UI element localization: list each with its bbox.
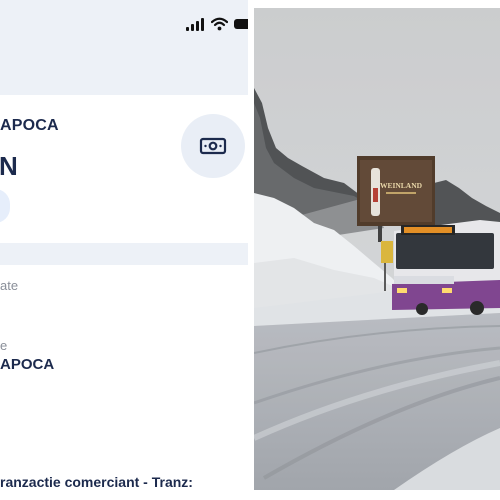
category-chip[interactable] [0,189,10,223]
detail-label-date: ate [0,278,19,293]
battery-icon [234,19,248,29]
detail-value-merchant: APOCA [0,356,55,373]
amount-currency: N [0,151,18,181]
snow-street-photo: WEINLAND [254,8,500,490]
cash-button[interactable] [181,114,245,178]
transaction-card: APOCA N [0,95,248,243]
street-scene: WEINLAND [254,8,500,490]
detail-label-merchant: e [0,338,8,353]
photo-border [254,490,500,500]
detail-description: ranzactie comerciant - Tranz: [0,474,193,490]
merchant-name: APOCA [0,117,59,134]
transaction-details: ate e APOCA ranzactie comerciant - Tranz… [0,265,248,500]
status-icons [186,16,248,32]
wifi-icon [211,17,228,31]
banking-app-screen: APOCA N ate e APOCA ranzactie comerciant… [0,0,248,500]
section-separator [0,243,248,265]
cash-icon [199,137,227,155]
status-bar [0,0,248,95]
signal-icon [186,18,206,31]
